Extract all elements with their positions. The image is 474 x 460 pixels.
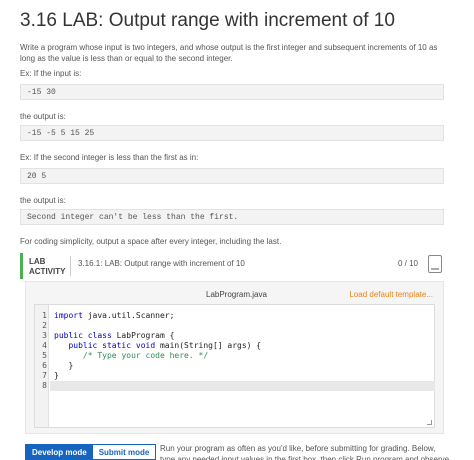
lab-tag-line2: ACTIVITY [29, 267, 66, 276]
run-instructions: Run your program as often as you'd like,… [160, 444, 450, 460]
example2-input-box: 20 5 [20, 168, 444, 184]
line-number: 3 [42, 331, 47, 340]
line-number: 7 [42, 371, 47, 380]
code-editor[interactable]: 12345678 import java.util.Scanner; public… [34, 304, 435, 428]
code-line: public static void main(String[] args) { [54, 341, 262, 350]
example2-output-label: the output is: [20, 196, 66, 205]
line-number: 8 [42, 381, 47, 390]
load-default-template-link[interactable]: Load default template... [349, 290, 433, 299]
resize-handle-icon[interactable] [427, 420, 432, 425]
line-number: 6 [42, 361, 47, 370]
lab-description: Write a program whose input is two integ… [20, 43, 438, 63]
simplicity-note: For coding simplicity, output a space af… [20, 237, 282, 246]
lab-workspace: LabProgram.java Load default template...… [25, 281, 444, 434]
lab-header-divider [70, 256, 71, 276]
lab-activity-tag: LAB ACTIVITY [29, 257, 65, 277]
line-number: 1 [42, 311, 47, 320]
active-line-highlight [50, 381, 435, 391]
code-line: /* Type your code here. */ [82, 351, 209, 360]
completion-badge-icon [428, 255, 442, 273]
mode-toggle: Develop mode Submit mode [25, 444, 157, 460]
code-line: import java.util.Scanner; [54, 311, 175, 320]
lab-tag-line1: LAB [29, 257, 46, 266]
example2-label: Ex: If the second integer is less than t… [20, 153, 199, 162]
code-line: } [54, 371, 59, 380]
example-output-label: the output is: [20, 112, 66, 121]
develop-mode-button[interactable]: Develop mode [26, 445, 93, 459]
line-number: 5 [42, 351, 47, 360]
example-input-box: -15 30 [20, 84, 444, 100]
line-number: 4 [42, 341, 47, 350]
lab-activity-name: 3.16.1: LAB: Output range with increment… [78, 259, 245, 268]
example-output-box: -15 -5 5 15 25 [20, 125, 444, 141]
file-tab[interactable]: LabProgram.java [206, 290, 267, 299]
example-input-label: Ex: If the input is: [20, 69, 82, 78]
code-line: public class LabProgram { [54, 331, 175, 340]
line-number: 2 [42, 321, 47, 330]
example2-output-box: Second integer can't be less than the fi… [20, 209, 444, 225]
lab-score: 0 / 10 [397, 259, 418, 268]
page-title: 3.16 LAB: Output range with increment of… [20, 10, 395, 31]
code-line: } [54, 361, 74, 370]
lab-activity-header: LAB ACTIVITY 3.16.1: LAB: Output range w… [20, 253, 444, 279]
submit-mode-button[interactable]: Submit mode [92, 445, 156, 459]
